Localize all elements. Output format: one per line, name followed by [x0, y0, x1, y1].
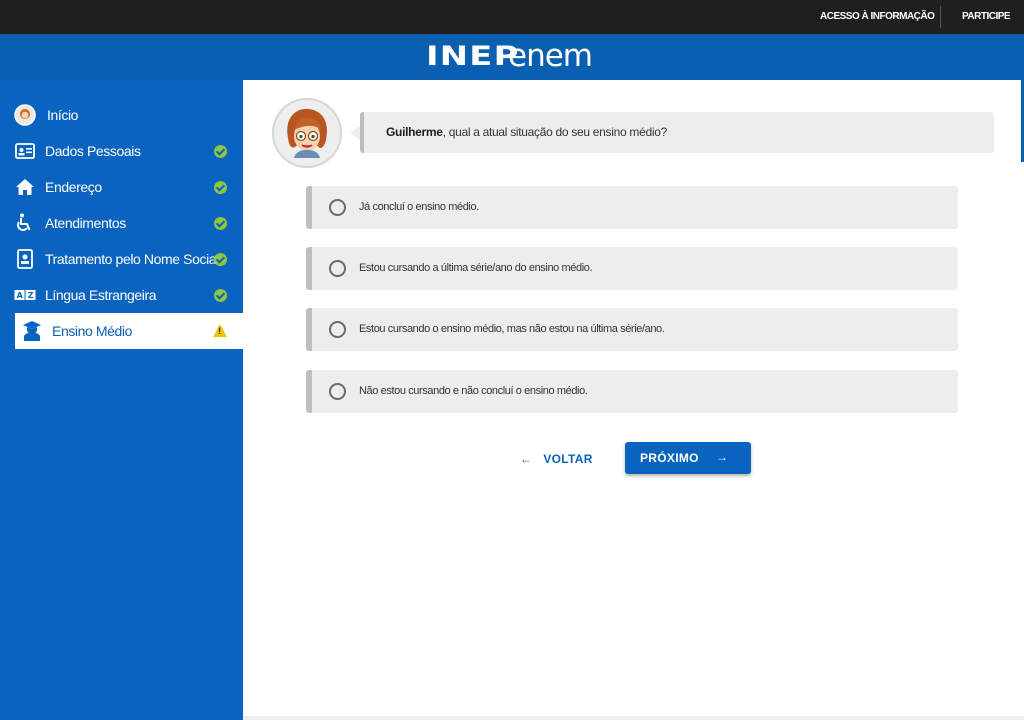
- sidebar: Início Dados Pessoais Endereço Atendimen…: [0, 80, 243, 720]
- panel-bottom-edge: [243, 716, 1024, 720]
- check-icon: [214, 288, 227, 302]
- sidebar-item-label: Início: [47, 107, 79, 123]
- translate-icon: AZ: [14, 284, 36, 306]
- question-bubble: Guilherme, qual a atual situação do seu …: [350, 112, 994, 153]
- graduate-icon: [21, 320, 43, 342]
- answer-option[interactable]: Estou cursando a última série/ano do ens…: [306, 247, 958, 290]
- sidebar-item-nome-social[interactable]: Tratamento pelo Nome Social: [0, 241, 243, 277]
- gov-top-bar: ACESSO À INFORMAÇÃO PARTICIPE: [0, 0, 1024, 34]
- arrow-left-icon: ←: [520, 452, 533, 466]
- answer-option[interactable]: Não estou cursando e não concluí o ensin…: [306, 370, 958, 413]
- svg-text:Z: Z: [28, 291, 34, 300]
- brand-header: INEP enem: [0, 34, 1024, 80]
- check-icon: [214, 216, 227, 230]
- sidebar-item-lingua-estrangeira[interactable]: AZ Língua Estrangeira: [0, 277, 243, 313]
- back-button-label: VOLTAR: [543, 452, 593, 466]
- next-button-label: PRÓXIMO: [640, 451, 699, 465]
- inep-enem-logo[interactable]: INEP enem: [426, 38, 593, 74]
- sidebar-item-ensino-medio[interactable]: Ensino Médio: [15, 313, 243, 349]
- inep-logo-text: INEP: [426, 40, 520, 72]
- sidebar-item-endereco[interactable]: Endereço: [0, 169, 243, 205]
- assistant-avatar-icon: [274, 100, 340, 166]
- sidebar-item-label: Ensino Médio: [52, 323, 133, 339]
- sidebar-item-label: Tratamento pelo Nome Social: [45, 251, 219, 267]
- sidebar-item-atendimentos[interactable]: Atendimentos: [0, 205, 243, 241]
- sidebar-item-inicio[interactable]: Início: [0, 97, 243, 133]
- radio-button[interactable]: [329, 321, 346, 338]
- radio-button[interactable]: [329, 260, 346, 277]
- sidebar-item-label: Endereço: [45, 179, 102, 195]
- enem-logo-text: enem: [508, 38, 593, 74]
- sidebar-item-label: Dados Pessoais: [45, 143, 141, 159]
- sidebar-item-label: Atendimentos: [45, 215, 126, 231]
- question-text: , qual a atual situação do seu ensino mé…: [442, 125, 668, 139]
- answer-option[interactable]: Já concluí o ensino médio.: [306, 186, 958, 229]
- check-icon: [214, 180, 227, 194]
- avatar-icon: [14, 104, 36, 126]
- option-label: Estou cursando a última série/ano do ens…: [359, 262, 593, 274]
- assistant-avatar: [272, 98, 342, 168]
- option-label: Não estou cursando e não concluí o ensin…: [359, 385, 588, 397]
- sidebar-item-dados-pessoais[interactable]: Dados Pessoais: [0, 133, 243, 169]
- arrow-right-icon: →: [716, 450, 729, 464]
- warning-icon: [213, 324, 227, 337]
- wheelchair-icon: [14, 212, 36, 234]
- back-button[interactable]: ← VOLTAR: [520, 443, 593, 475]
- sidebar-item-label: Língua Estrangeira: [45, 287, 157, 303]
- radio-button[interactable]: [329, 199, 346, 216]
- option-label: Estou cursando o ensino médio, mas não e…: [359, 323, 665, 335]
- access-to-information-link[interactable]: ACESSO À INFORMAÇÃO: [820, 11, 935, 22]
- radio-button[interactable]: [329, 383, 346, 400]
- id-card-icon: [14, 140, 36, 162]
- check-icon: [214, 252, 227, 266]
- candidate-name: Guilherme: [386, 125, 443, 139]
- home-icon: [14, 176, 36, 198]
- badge-icon: [14, 248, 36, 270]
- topbar-divider: [940, 6, 941, 28]
- participate-link[interactable]: PARTICIPE: [962, 11, 1011, 22]
- main-panel: Guilherme, qual a atual situação do seu …: [243, 80, 1024, 720]
- check-icon: [214, 144, 227, 158]
- answer-option[interactable]: Estou cursando o ensino médio, mas não e…: [306, 308, 958, 351]
- option-label: Já concluí o ensino médio.: [359, 201, 479, 213]
- next-button[interactable]: PRÓXIMO →: [625, 442, 751, 474]
